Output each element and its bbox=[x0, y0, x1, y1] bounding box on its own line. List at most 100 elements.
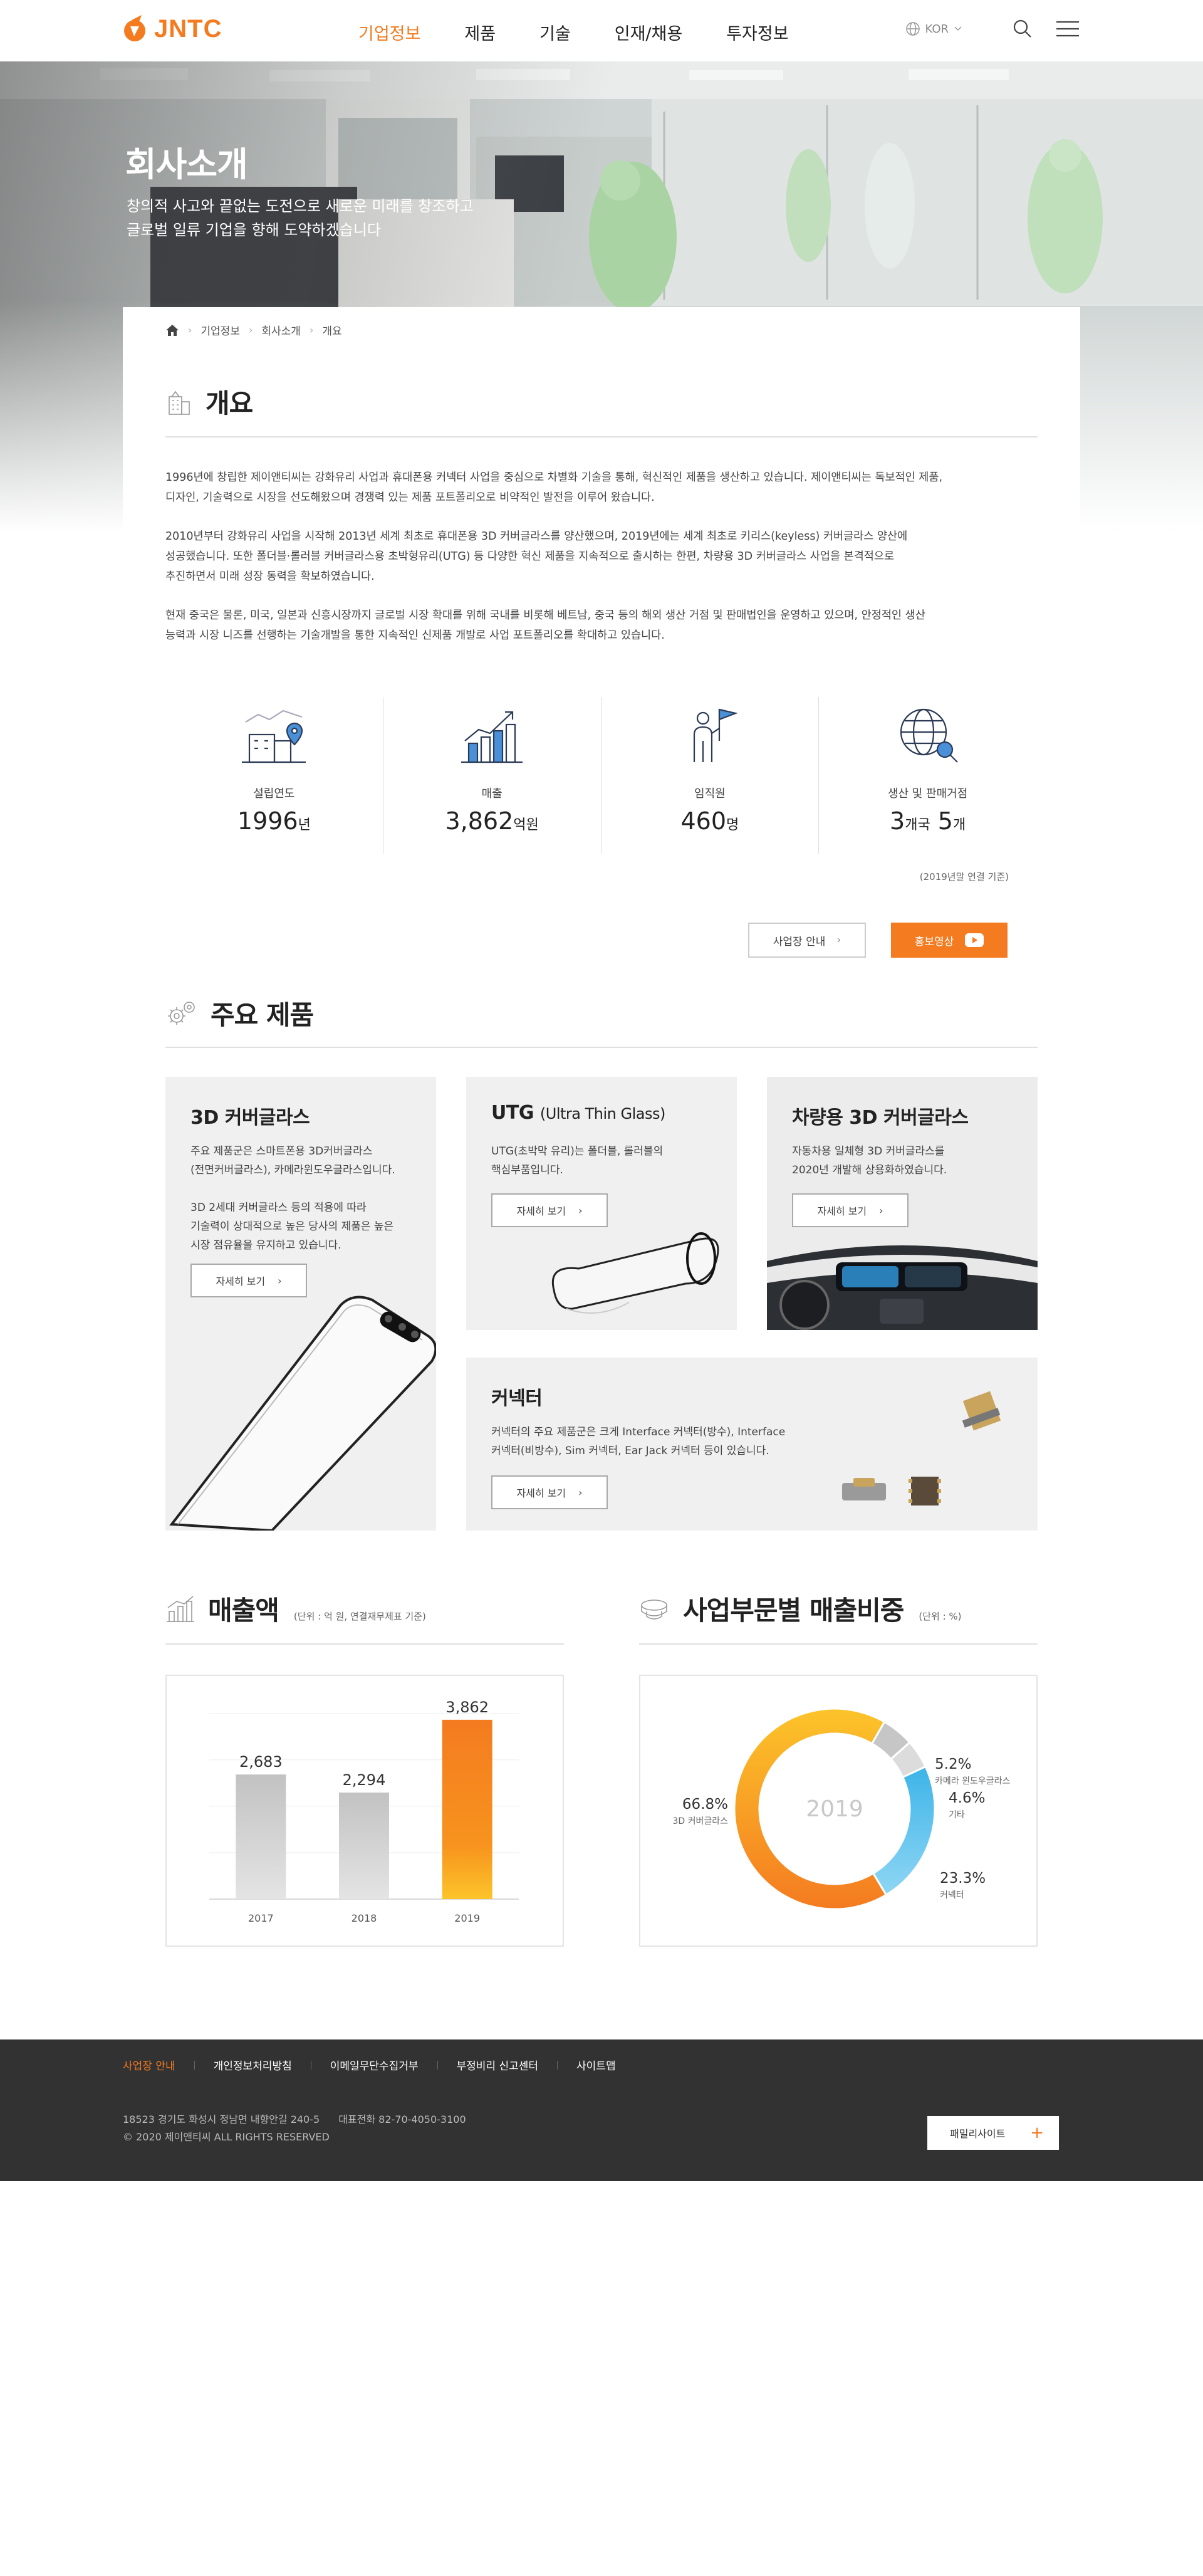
detail-button[interactable]: 자세히 보기 › bbox=[491, 1475, 608, 1509]
ratio-chart: 2019 66.8% 3D 커버글라스 5.2% 카메라 윈도우글라스 4.6% 기타 23.… bbox=[639, 1675, 1038, 1947]
donut-value-label: 66.8% bbox=[682, 1796, 728, 1813]
overview-heading: 개요 bbox=[165, 382, 253, 421]
overview-paragraph-1: 1996년에 창립한 제이앤티씨는 강화유리 사업과 휴대폰용 커넥터 사업을 … bbox=[165, 468, 1043, 508]
product-description: UTG(초박막 유리)는 폴더블, 롤러블의 핵심부품입니다. bbox=[491, 1142, 663, 1180]
product-text: UTG(초박막 유리)는 폴더블, 롤러블의 bbox=[491, 1145, 664, 1158]
detail-button[interactable]: 자세히 보기 › bbox=[792, 1193, 909, 1227]
plus-icon: + bbox=[1030, 2123, 1044, 2142]
chevron-right-icon: › bbox=[278, 1274, 282, 1287]
detail-label: 자세히 보기 bbox=[516, 1487, 566, 1499]
overview-text: 현재 중국은 물론, 미국, 일본과 신흥시장까지 글로벌 시장 확대를 위해 … bbox=[165, 609, 925, 622]
globe-search-icon bbox=[900, 708, 958, 763]
stat-label: 매출 bbox=[481, 787, 503, 800]
product-text: 기술력이 상대적으로 높은 당사의 제품은 높은 bbox=[190, 1220, 394, 1233]
chevron-right-icon: › bbox=[836, 934, 841, 946]
donut-value-label: 4.6% bbox=[949, 1790, 985, 1806]
sales-bar-chart: 2,683 2017 2,294 2018 3,862 2019 bbox=[209, 1699, 519, 1924]
detail-label: 자세히 보기 bbox=[216, 1275, 266, 1287]
family-site-label: 패밀리사이트 bbox=[950, 2128, 1006, 2140]
stat-value: 3개국 5개 bbox=[819, 807, 1036, 835]
divider bbox=[165, 1047, 1038, 1048]
stat-number: 1996 bbox=[237, 807, 298, 835]
stat-employees: 임직원 460명 bbox=[600, 697, 819, 854]
sales-chart: 2,683 2017 2,294 2018 3,862 2019 bbox=[165, 1675, 564, 1947]
product-text: (전면커버글라스), 카메라윈도우글라스입니다. bbox=[190, 1164, 395, 1176]
language-label: KOR bbox=[925, 22, 949, 36]
breadcrumb-separator: › bbox=[248, 324, 253, 336]
footer-link-privacy[interactable]: 개인정보처리방침 bbox=[195, 2057, 311, 2073]
hero-subtitle-line2: 글로벌 일류 기업을 향해 도약하겠습니다 bbox=[127, 221, 381, 239]
coin-stack-icon bbox=[641, 1599, 667, 1620]
site-guide-button[interactable]: 사업장 안내 › bbox=[748, 923, 866, 958]
bar-chart-icon bbox=[167, 1595, 194, 1622]
logo[interactable]: JNTC bbox=[123, 14, 222, 44]
stat-unit: 개국 bbox=[905, 817, 930, 833]
product-text: 2020년 개발해 상용화하였습니다. bbox=[792, 1164, 947, 1176]
promo-video-button[interactable]: 홍보영상 bbox=[891, 923, 1008, 958]
product-text: 주요 제품군은 스마트폰용 3D커버글라스 bbox=[190, 1145, 373, 1158]
overview-paragraph-3: 현재 중국은 물론, 미국, 일본과 신흥시장까지 글로벌 시장 확대를 위해 … bbox=[165, 605, 1043, 646]
bar-value-label: 2,294 bbox=[343, 1771, 386, 1789]
bar-category-label: 2019 bbox=[454, 1912, 480, 1924]
nav-item-technology[interactable]: 기술 bbox=[539, 20, 571, 45]
language-selector[interactable]: KOR bbox=[905, 21, 963, 36]
product-text: 자동차용 일체형 3D 커버글라스를 bbox=[792, 1145, 945, 1158]
breadcrumb-item-about[interactable]: 회사소개 bbox=[261, 322, 301, 338]
menu-icon[interactable] bbox=[1055, 19, 1080, 38]
search-icon[interactable] bbox=[1013, 19, 1033, 39]
hero-subtitle-line1: 창의적 사고와 끝없는 도전으로 새로운 미래를 창조하고 bbox=[127, 197, 474, 215]
stat-number: 460 bbox=[680, 807, 727, 835]
chevron-right-icon: › bbox=[578, 1486, 583, 1499]
breadcrumb-item-overview: 개요 bbox=[322, 325, 342, 338]
product-description: 자동차용 일체형 3D 커버글라스를 2020년 개발해 상용화하였습니다. bbox=[792, 1142, 947, 1180]
bar-value-label: 3,862 bbox=[445, 1699, 489, 1716]
product-description: 커넥터의 주요 제품군은 크게 Interface 커넥터(방수), Inter… bbox=[491, 1423, 785, 1460]
overview-text: 추진하면서 미래 성장 동력을 확보하였습니다. bbox=[165, 570, 375, 583]
product-text: 시장 점유율을 유지하고 있습니다. bbox=[190, 1239, 341, 1252]
product-title-text: UTG bbox=[491, 1102, 534, 1124]
donut-center-label: 2019 bbox=[806, 1796, 863, 1822]
building-location-icon bbox=[242, 709, 306, 763]
stat-number: 3,862 bbox=[445, 807, 514, 835]
header-utilities: KOR bbox=[905, 19, 1081, 39]
breadcrumb-item-company[interactable]: 기업정보 bbox=[200, 322, 240, 338]
overview-text: 2010년부터 강화유리 사업을 시작해 2013년 세계 최초로 휴대폰용 3… bbox=[165, 530, 908, 543]
product-title: 커넥터 bbox=[491, 1388, 543, 1410]
overview-title: 개요 bbox=[206, 388, 253, 419]
bar-value-label: 2,683 bbox=[239, 1753, 283, 1771]
footer-link-email-policy[interactable]: 이메일무단수집거부 bbox=[311, 2057, 437, 2073]
nav-item-products[interactable]: 제품 bbox=[464, 20, 496, 45]
footer-link-sitemap[interactable]: 사이트맵 bbox=[558, 2057, 635, 2073]
stat-unit: 억원 bbox=[513, 817, 539, 833]
stat-value: 3,862억원 bbox=[383, 807, 601, 835]
product-card-vehicle-glass: 차량용 3D 커버글라스 자동차용 일체형 3D 커버글라스를 2020년 개발… bbox=[767, 1077, 1038, 1330]
overview-text: 성공했습니다. 또한 폴더블·롤러블 커버글라스용 초박형유리(UTG) 등 다… bbox=[165, 550, 895, 563]
nav-item-investors[interactable]: 투자정보 bbox=[726, 20, 788, 45]
stat-revenue: 매출 3,862억원 bbox=[382, 697, 601, 854]
stat-unit: 년 bbox=[298, 817, 311, 833]
gears-icon bbox=[168, 1001, 195, 1025]
footer-link-report-center[interactable]: 부정비리 신고센터 bbox=[438, 2057, 558, 2073]
divider bbox=[165, 436, 1038, 437]
company-stats: 설립연도 1996년 매출 3,862억원 임직원 460명 생산 및 판매거점… bbox=[165, 697, 1036, 854]
stat-locations: 생산 및 판매거점 3개국 5개 bbox=[818, 697, 1036, 854]
donut-value-label: 5.2% bbox=[935, 1756, 971, 1772]
chevron-right-icon: › bbox=[879, 1204, 883, 1217]
cover-glass-image bbox=[169, 1296, 436, 1531]
sales-title: 매출액 bbox=[208, 1595, 279, 1626]
person-flag-icon bbox=[693, 708, 738, 762]
footer-link-site-guide[interactable]: 사업장 안내 bbox=[123, 2057, 194, 2073]
home-icon[interactable] bbox=[165, 324, 179, 337]
donut-category-label: 커넥터 bbox=[940, 1890, 964, 1900]
nav-item-company[interactable]: 기업정보 bbox=[358, 20, 420, 45]
product-card-3d-cover-glass: 3D 커버글라스 주요 제품군은 스마트폰용 3D커버글라스 (전면커버글라스)… bbox=[165, 1077, 436, 1531]
page-title: 회사소개 bbox=[125, 145, 248, 184]
footer-copyright: © 2020 제이앤티씨 ALL RIGHTS RESERVED bbox=[123, 2131, 330, 2143]
product-description: 주요 제품군은 스마트폰용 3D커버글라스 (전면커버글라스), 카메라윈도우글… bbox=[190, 1142, 395, 1255]
footer-address: 18523 경기도 화성시 정남면 내향안길 240-5 bbox=[123, 2113, 320, 2125]
main-nav: 기업정보 제품 기술 인재/채용 투자정보 bbox=[358, 20, 833, 45]
family-site-select[interactable]: 패밀리사이트 + bbox=[927, 2116, 1059, 2150]
nav-item-careers[interactable]: 인재/채용 bbox=[615, 20, 682, 45]
logo-text: JNTC bbox=[154, 14, 222, 43]
stat-number: 5 bbox=[937, 807, 953, 835]
